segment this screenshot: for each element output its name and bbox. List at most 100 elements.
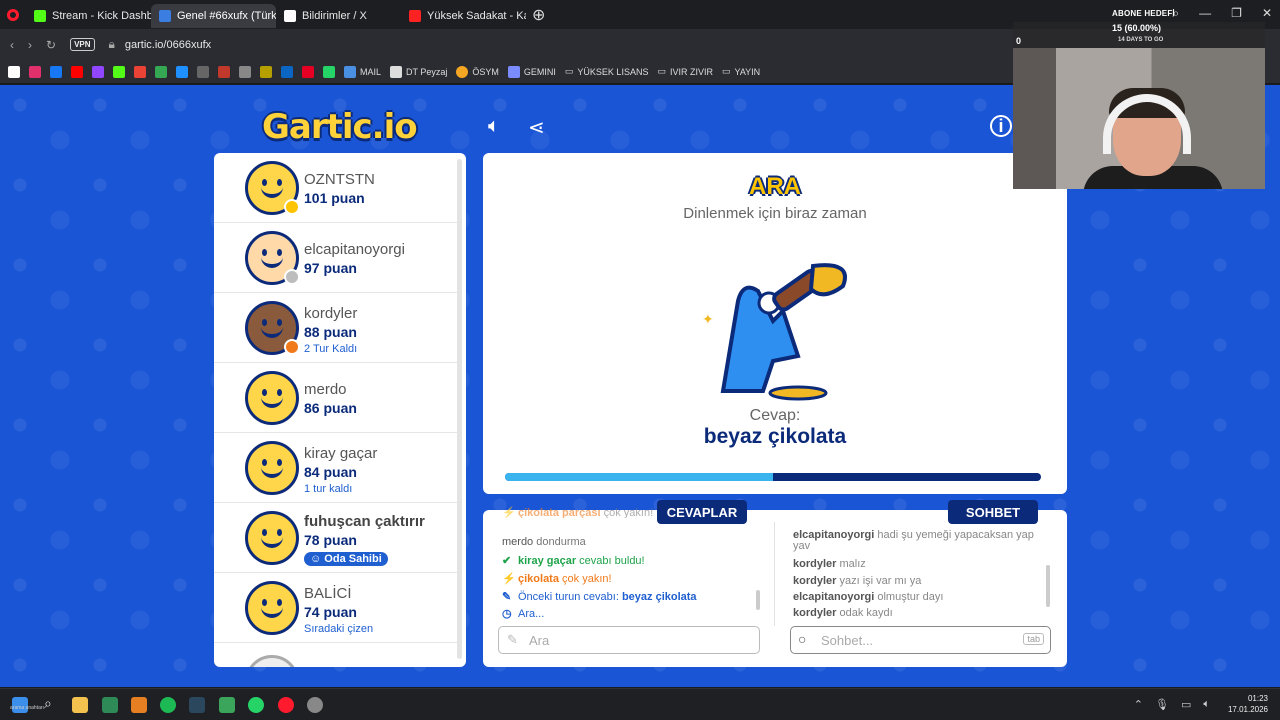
whatsapp-icon[interactable] (248, 697, 264, 713)
bookmark-label: IVIR ZIVIR (669, 66, 713, 77)
instagram-icon[interactable] (29, 65, 41, 78)
close-button[interactable]: ✕ (1262, 6, 1272, 21)
restore-button[interactable]: ❐ (1231, 6, 1242, 21)
browser-tab[interactable]: Yüksek Sadakat - Kafile (401, 4, 526, 28)
player-row[interactable]: merdo 86 puan (214, 363, 458, 433)
player-row[interactable]: BALİCİ 74 puan Sıradaki çizen (214, 573, 458, 643)
pinterest-icon[interactable] (302, 65, 314, 78)
window-controls: ⌕ — ❐ ✕ (1172, 6, 1272, 21)
player-name: BALİCİ (304, 585, 352, 602)
player-name: elcapitanoyorgi (304, 241, 405, 258)
youtube-icon (409, 9, 421, 22)
back-icon[interactable]: ‹ (10, 38, 14, 52)
reload-icon[interactable]: ↻ (46, 38, 56, 52)
gmail-icon[interactable] (134, 65, 146, 78)
clock[interactable]: 01:23 17.01.2026 (1228, 693, 1268, 715)
bookmark-label: YÜKSEK LISANS (577, 66, 649, 77)
minimize-button[interactable]: — (1199, 6, 1211, 21)
bookmark-icon[interactable] (197, 65, 209, 78)
tab-answers[interactable]: CEVAPLAR (657, 500, 747, 524)
volume-icon[interactable]: 🔈︎ (1203, 698, 1210, 711)
subscriber-goal-title: ABONE HEDEFİ (1112, 9, 1175, 18)
bookmark-icon[interactable] (260, 65, 272, 78)
chevron-up-icon[interactable]: ⌃ (1134, 698, 1143, 711)
chat-scrollbar[interactable] (1046, 565, 1050, 607)
tab-chat[interactable]: SOHBET (948, 500, 1038, 524)
vpn-badge[interactable]: VPN (70, 38, 95, 51)
player-row[interactable]: OZNTSTN 101 puan (214, 153, 458, 223)
x-bookmark-icon[interactable] (8, 65, 20, 78)
subscriber-goal-days: 14 DAYS TO GO (1118, 37, 1164, 43)
player-points: 74 puan (304, 604, 357, 620)
browser-tab[interactable]: Bildirimler / X (276, 4, 401, 28)
answers-chat-panel: CEVAPLAR SOHBET ⚡ çikolata parçası çok ya… (483, 500, 1067, 667)
status-dot (284, 199, 300, 215)
answer-input[interactable]: ✎ (498, 626, 760, 654)
bookmark-osym[interactable]: ÖSYM (456, 65, 499, 78)
answer-input-field[interactable] (529, 633, 729, 648)
chat-text: hadi şu yemeği yapacaksan yap (877, 529, 1034, 541)
steam-icon[interactable] (189, 697, 205, 713)
avatar (245, 655, 299, 667)
app-icon[interactable] (102, 697, 118, 713)
panel-divider (774, 522, 775, 626)
player-rounds-left: 2 Tur Kaldı (304, 343, 358, 355)
url-field[interactable]: gartic.io/0666xufx (125, 39, 211, 51)
player-row[interactable]: elcapitanoyorgi 97 puan (214, 223, 458, 293)
answer-line: ✎ Önceki turun cevabı: beyaz çikolata (502, 590, 697, 603)
network-icon[interactable]: ▭ (1181, 698, 1191, 711)
twitch-icon[interactable] (92, 65, 104, 78)
bookmark-mail[interactable]: MAIL (344, 65, 381, 78)
browser-tab[interactable]: Stream - Kick Dashboard (26, 4, 151, 28)
file-explorer-icon[interactable] (72, 697, 88, 713)
whatsapp-icon[interactable] (323, 65, 335, 78)
browser-tab-active[interactable]: Genel #66xufx (Türkçe) - G (151, 3, 276, 28)
bookmark-label: ÖSYM (472, 66, 499, 77)
chat-user: kordyler (793, 575, 837, 587)
microphone-icon[interactable]: 🎙︎ (1155, 698, 1169, 711)
new-tab-button[interactable]: ⊕ (532, 5, 545, 25)
facebook-icon[interactable] (50, 65, 62, 78)
folder-icon: ▭ (564, 66, 574, 76)
settings-icon[interactable] (307, 697, 323, 713)
finance-icon[interactable] (176, 65, 188, 78)
sound-icon[interactable]: 🔈︎ (488, 115, 500, 138)
vlc-icon[interactable] (131, 697, 147, 713)
player-row[interactable]: kiray gaçar 84 puan 1 tur kaldı (214, 433, 458, 503)
chat-user: kordyler (793, 558, 837, 570)
bookmark-folder[interactable]: ▭ IVIR ZIVIR (657, 66, 713, 77)
chat-input[interactable]: ○ tab (790, 626, 1051, 654)
search-icon[interactable]: ⌕ (1172, 6, 1179, 21)
bookmark-folder[interactable]: ▭ YAYIN (722, 66, 760, 77)
webcam-feed (1013, 48, 1265, 189)
x-icon (284, 9, 296, 22)
opera-icon[interactable] (278, 697, 294, 713)
info-icon[interactable]: i (990, 115, 1012, 137)
player-points: 101 puan (304, 190, 365, 206)
bookmark-icon[interactable] (239, 65, 251, 78)
forward-icon[interactable]: › (28, 38, 32, 52)
maps-icon[interactable] (155, 65, 167, 78)
player-rounds-left: 1 tur kaldı (304, 483, 353, 495)
answer-text: dondurma (536, 536, 586, 548)
youtube-bookmark-icon[interactable] (71, 65, 83, 78)
spotify-icon[interactable] (160, 697, 176, 713)
player-row[interactable]: kordyler 88 puan 2 Tur Kaldı (214, 293, 458, 363)
search-icon[interactable]: ⌕ (44, 695, 60, 711)
kick-bookmark-icon[interactable] (113, 65, 125, 78)
app-icon[interactable] (219, 697, 235, 713)
answers-scrollbar[interactable] (756, 590, 760, 610)
player-row[interactable] (214, 643, 458, 667)
gartic-logo[interactable]: Gartic.io (262, 107, 418, 147)
bookmark-folder[interactable]: ▭ YÜKSEK LISANS (565, 66, 649, 77)
bookmark-gemini[interactable]: GEMINI (507, 65, 556, 78)
player-row[interactable]: fuhuşcan çaktırır 78 puan ☺ Oda Sahibi (214, 503, 458, 573)
linkedin-icon[interactable] (281, 65, 293, 78)
players-list: OZNTSTN 101 puan elcapitanoyorgi 97 puan… (214, 153, 466, 667)
bookmark-dt-peyzaj[interactable]: DT Peyzaj (390, 65, 447, 78)
opera-menu-icon[interactable] (0, 0, 26, 29)
bookmark-icon[interactable] (218, 65, 230, 78)
chat-input-field[interactable] (821, 633, 1021, 648)
owner-icon: ☺ (310, 553, 325, 565)
share-icon[interactable]: ⋖ (528, 115, 545, 140)
